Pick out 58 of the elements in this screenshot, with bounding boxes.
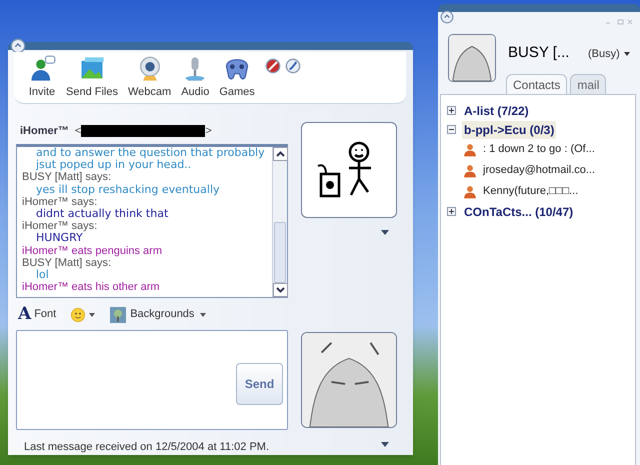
action-line: iHomer™ eats his other arm bbox=[22, 281, 161, 294]
message-input-field[interactable]: Send bbox=[16, 330, 288, 430]
tab[interactable]: mail bbox=[570, 74, 606, 94]
contact-name: iHomer™ bbox=[20, 124, 69, 139]
expand-icon[interactable] bbox=[447, 207, 456, 216]
message-text: jsut poped up in your head.. bbox=[34, 159, 192, 172]
tree-picture-icon bbox=[109, 306, 128, 322]
dropdown-caret-icon[interactable] bbox=[381, 230, 389, 235]
toolbar-button[interactable]: Games bbox=[219, 54, 255, 100]
scroll-thumb[interactable] bbox=[274, 222, 286, 283]
expand-icon[interactable] bbox=[447, 106, 456, 115]
bracket: > bbox=[205, 124, 212, 139]
sender-line: BUSY [Matt] says: bbox=[22, 171, 112, 184]
toolbar-button[interactable]: Webcam bbox=[128, 54, 172, 100]
scroll-down-icon[interactable] bbox=[273, 283, 288, 297]
brush-icon[interactable] bbox=[284, 58, 301, 74]
caret-icon bbox=[200, 312, 206, 316]
contact-item[interactable]: : 1 down 2 to go : (Of... bbox=[483, 141, 595, 158]
sender-line: iHomer™ says: bbox=[22, 220, 98, 232]
message-text: yes ill stop reshacking eventually bbox=[35, 184, 221, 196]
message-text: didnt actually think that bbox=[35, 208, 170, 220]
status-text: Last message received on 12/5/2004 at 11:02 PM. bbox=[24, 440, 270, 455]
contact-item[interactable]: Kenny(future,□□□... bbox=[483, 183, 578, 200]
group-header[interactable]: A-list (7/22) bbox=[462, 102, 531, 120]
contact-item[interactable]: jroseday@hotmail.co... bbox=[483, 162, 596, 179]
caret-icon bbox=[624, 52, 630, 56]
sender-line: iHomer™ says: bbox=[22, 196, 98, 208]
window-menu-icon[interactable] bbox=[440, 10, 454, 24]
group-header[interactable]: b-ppl->Ecu (0/3) bbox=[462, 120, 556, 138]
group-header[interactable]: COnTaCts... (10/47) bbox=[462, 202, 576, 220]
sender-line: BUSY [Matt] says: bbox=[22, 256, 112, 270]
send-button[interactable]: Send bbox=[236, 363, 283, 405]
toolbar-button[interactable]: Send Files bbox=[66, 54, 118, 100]
font-button[interactable]: A Font bbox=[18, 306, 56, 323]
toolbar-button[interactable]: Invite bbox=[28, 54, 56, 100]
block-icon[interactable] bbox=[264, 58, 281, 74]
bracket: < bbox=[74, 124, 82, 139]
person-icon bbox=[463, 184, 477, 200]
status-dropdown[interactable]: (Busy) bbox=[588, 46, 630, 62]
message-text: lol bbox=[35, 269, 50, 282]
backgrounds-button[interactable]: Backgrounds bbox=[109, 306, 206, 323]
collapse-icon[interactable] bbox=[447, 125, 456, 134]
action-line: iHomer™ eats penguins arm bbox=[22, 244, 164, 257]
stick-figure-drawing bbox=[316, 141, 374, 199]
person-icon bbox=[463, 142, 477, 158]
toolbar-button[interactable]: Audio bbox=[181, 54, 210, 100]
scrollbar[interactable] bbox=[272, 147, 287, 297]
dropdown-caret-icon[interactable] bbox=[381, 442, 389, 447]
display-name: BUSY [... bbox=[508, 43, 570, 63]
tab[interactable]: Contacts bbox=[506, 74, 568, 94]
scroll-up-icon[interactable] bbox=[273, 147, 288, 161]
emoticon-button[interactable] bbox=[70, 306, 96, 322]
person-icon bbox=[463, 162, 477, 178]
caret-icon bbox=[89, 312, 96, 316]
sketch-portrait-placeholder bbox=[449, 35, 495, 81]
smiley-icon bbox=[70, 306, 86, 322]
message-text: and to answer the question that probably bbox=[35, 147, 266, 160]
message-text: HUNGRY bbox=[35, 232, 83, 245]
